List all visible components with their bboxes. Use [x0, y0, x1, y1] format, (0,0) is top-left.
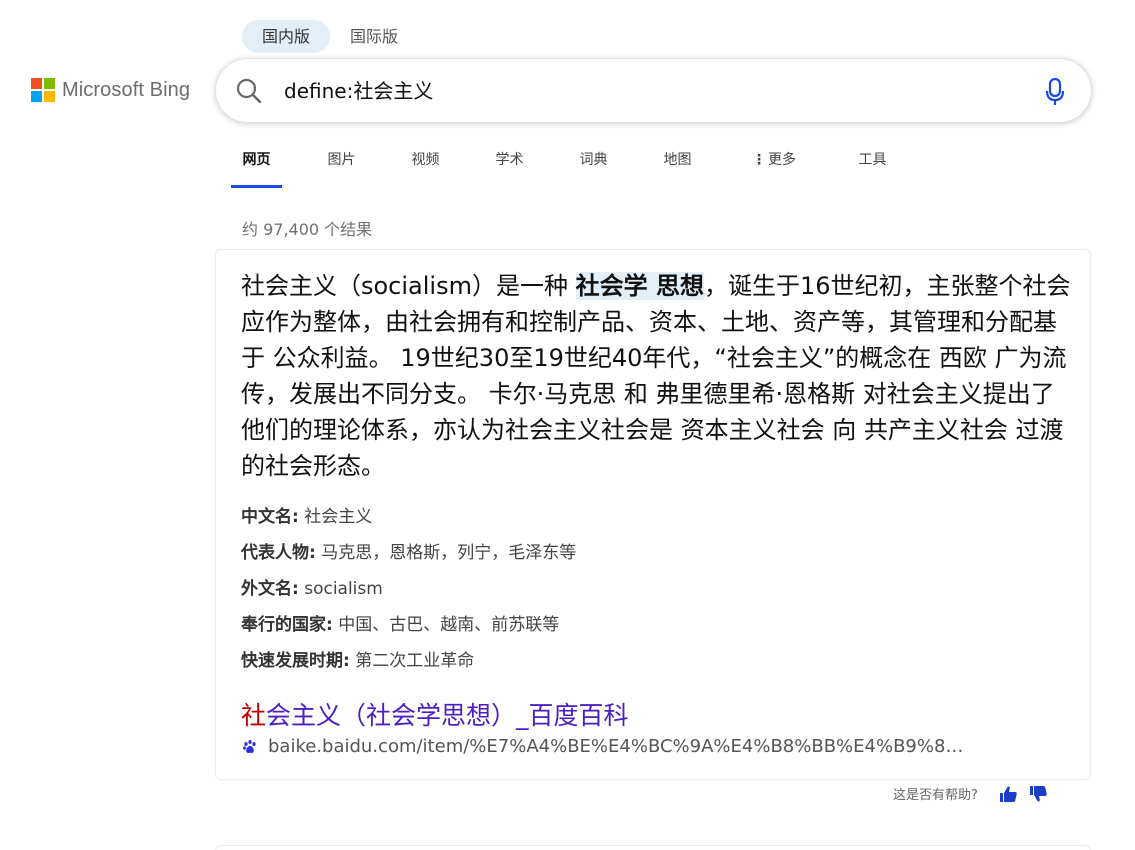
baidu-paw-icon	[243, 739, 256, 753]
definition-highlight: 社会学 思想	[575, 272, 704, 300]
thumbs-up-icon[interactable]	[998, 785, 1018, 803]
search-input[interactable]	[284, 76, 1024, 106]
more-dots-icon: ⋮	[752, 152, 766, 168]
fact-value: 第二次工业革命	[355, 651, 475, 671]
feedback-label: 这是否有帮助?	[893, 788, 978, 803]
nav-tab-images[interactable]: 图片	[325, 140, 358, 188]
definition-part1: 社会主义（socialism）是一种	[241, 272, 576, 300]
search-box	[215, 58, 1092, 123]
fact-row: 代表人物: 马克思，恩格斯，列宁，毛泽东等	[241, 540, 576, 576]
definition-part2: ，诞生于16世纪初，主张整个社会应作为整体，由社会拥有和控制产品、资本、土地、资…	[241, 272, 1071, 480]
region-tab-international[interactable]: 国际版	[330, 20, 418, 53]
fact-key: 代表人物:	[241, 543, 316, 563]
fact-value: 社会主义	[304, 507, 373, 527]
fact-key: 奉行的国家:	[241, 615, 333, 635]
nav-tab-tools[interactable]: 工具	[856, 140, 889, 188]
thumbs-down-icon[interactable]	[1028, 785, 1048, 803]
fact-value: 马克思，恩格斯，列宁，毛泽东等	[321, 543, 577, 563]
facts-list: 中文名: 社会主义 代表人物: 马克思，恩格斯，列宁，毛泽东等 外文名: soc…	[241, 504, 576, 684]
result-url[interactable]: baike.baidu.com/item/%E7%A4%BE%E4%BC%9A%…	[268, 736, 963, 757]
result-url-row: baike.baidu.com/item/%E7%A4%BE%E4%BC%9A%…	[242, 736, 1052, 757]
fact-value: socialism	[304, 579, 383, 599]
search-scope-nav: 网页 图片 视频 学术 词典 地图 ⋮ 更多 工具	[231, 140, 889, 190]
fact-key: 外文名:	[241, 579, 299, 599]
result-title-link[interactable]: 社会主义（社会学思想）_百度百科	[241, 696, 629, 732]
nav-tab-maps[interactable]: 地图	[661, 140, 694, 188]
search-icon[interactable]	[235, 77, 263, 105]
nav-tab-academic[interactable]: 学术	[493, 140, 526, 188]
next-result-card	[215, 845, 1091, 850]
result-title-rest: 会主义（社会学思想）_百度百科	[266, 701, 629, 730]
region-tab-domestic[interactable]: 国内版	[242, 20, 331, 53]
logo-text: Microsoft Bing	[62, 78, 191, 101]
nav-tab-videos[interactable]: 视频	[409, 140, 442, 188]
nav-tab-more[interactable]: ⋮ 更多	[749, 140, 799, 188]
nav-tab-more-label: 更多	[768, 152, 796, 168]
nav-tab-web[interactable]: 网页	[231, 140, 282, 188]
definition-card: 社会主义（socialism）是一种 社会学 思想，诞生于16世纪初，主张整个社…	[215, 249, 1091, 780]
result-count: 约 97,400 个结果	[242, 220, 373, 239]
region-tabs: 国内版 国际版	[242, 20, 418, 53]
fact-key: 快速发展时期:	[241, 651, 350, 671]
fact-row: 外文名: socialism	[241, 576, 576, 612]
microphone-icon[interactable]	[1044, 77, 1066, 107]
fact-value: 中国、古巴、越南、前苏联等	[338, 615, 560, 635]
fact-row: 中文名: 社会主义	[241, 504, 576, 540]
microsoft-logo-icon	[31, 78, 55, 102]
result-title-first: 社	[241, 701, 267, 730]
fact-key: 中文名:	[241, 507, 299, 527]
bing-logo[interactable]: Microsoft Bing	[31, 78, 190, 102]
nav-tab-dictionary[interactable]: 词典	[577, 140, 610, 188]
definition-text: 社会主义（socialism）是一种 社会学 思想，诞生于16世纪初，主张整个社…	[241, 268, 1071, 484]
feedback-bar: 这是否有帮助?	[893, 784, 1048, 803]
fact-row: 奉行的国家: 中国、古巴、越南、前苏联等	[241, 612, 576, 648]
fact-row: 快速发展时期: 第二次工业革命	[241, 648, 576, 684]
